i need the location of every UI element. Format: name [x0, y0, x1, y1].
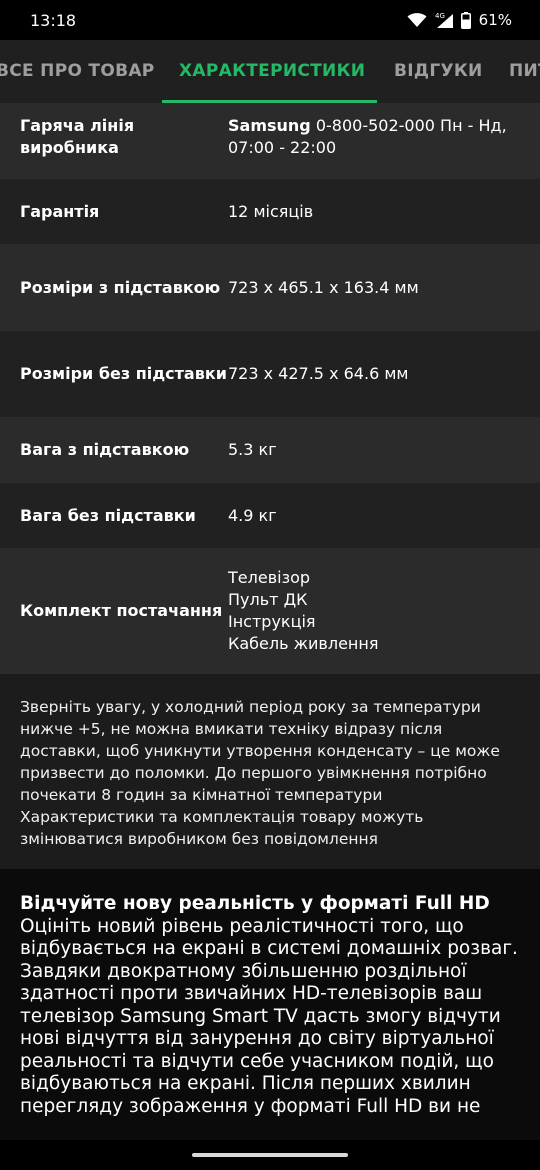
spec-label: Вага без підставки — [20, 505, 196, 525]
package-item: Пульт ДК — [228, 590, 308, 609]
description-title: Відчуйте нову реальність у форматі Full … — [20, 893, 490, 914]
product-tabs: ВСЕ ПРО ТОВАР ХАРАКТЕРИСТИКИ ВІДГУКИ ПИТ… — [0, 40, 540, 103]
description-text: Оцініть новий рівень реалістичності того… — [20, 915, 518, 1117]
wifi-icon — [407, 13, 427, 27]
tab-questions[interactable]: ПИТАННЯ — [509, 40, 540, 103]
spec-value: 5.3 кг — [228, 440, 277, 459]
spec-value: 12 місяців — [228, 201, 314, 221]
spec-label: Розміри без підставки — [20, 364, 227, 383]
spec-label: Гарантія — [20, 201, 100, 221]
mobile-signal-icon: 4G — [435, 12, 453, 28]
spec-row-weight-with-stand: Вага з підставкою 5.3 кг — [0, 417, 540, 483]
battery-icon — [460, 11, 471, 29]
spec-value-brand: Samsung — [228, 116, 311, 135]
package-item: Кабель живлення — [228, 634, 379, 653]
status-bar: 13:18 4G 61% — [0, 0, 540, 40]
spec-label: Комплект постачання — [20, 601, 223, 620]
navigation-bar — [0, 1140, 540, 1170]
product-description: Відчуйте нову реальність у форматі Full … — [0, 869, 540, 1170]
spec-value-list: Телевізор Пульт ДК Інструкція Кабель жив… — [228, 567, 520, 655]
spec-row-size-with-stand: Розміри з підставкою 723 x 465.1 x 163.4… — [0, 244, 540, 331]
spec-row-weight-without-stand: Вага без підставки 4.9 кг — [0, 483, 540, 548]
status-time: 13:18 — [30, 10, 77, 30]
battery-percentage: 61% — [478, 11, 512, 29]
home-gesture-handle[interactable] — [192, 1153, 348, 1157]
condensation-notice: Зверніть увагу, у холодний період року з… — [0, 674, 540, 869]
status-icons: 4G 61% — [407, 11, 512, 29]
specifications-table: Гаряча лінія виробника Samsung 0-800-502… — [0, 103, 540, 674]
spec-value: 723 x 427.5 x 64.6 мм — [228, 364, 409, 383]
tab-all-about-product[interactable]: ВСЕ ПРО ТОВАР — [0, 40, 155, 103]
notice-text: Зверніть увагу, у холодний період року з… — [20, 698, 500, 848]
spec-row-warranty: Гарантія 12 місяців — [0, 179, 540, 244]
spec-value: Samsung 0-800-502-000 Пн - Нд, 07:00 - 2… — [228, 115, 520, 159]
spec-row-size-without-stand: Розміри без підставки 723 x 427.5 x 64.6… — [0, 331, 540, 417]
network-type-label: 4G — [435, 12, 445, 20]
tab-characteristics[interactable]: ХАРАКТЕРИСТИКИ — [179, 40, 365, 103]
package-item: Інструкція — [228, 612, 316, 631]
spec-value: 723 x 465.1 x 163.4 мм — [228, 277, 419, 297]
spec-label: Гаряча лінія виробника — [20, 116, 135, 157]
spec-value: 4.9 кг — [228, 505, 277, 525]
package-item: Телевізор — [228, 568, 311, 587]
spec-label: Розміри з підставкою — [20, 277, 221, 297]
spec-row-package-contents: Комплект постачання Телевізор Пульт ДК І… — [0, 548, 540, 674]
spec-label: Вага з підставкою — [20, 440, 190, 459]
tab-reviews[interactable]: ВІДГУКИ — [394, 40, 483, 103]
spec-row-hotline: Гаряча лінія виробника Samsung 0-800-502… — [0, 103, 540, 179]
